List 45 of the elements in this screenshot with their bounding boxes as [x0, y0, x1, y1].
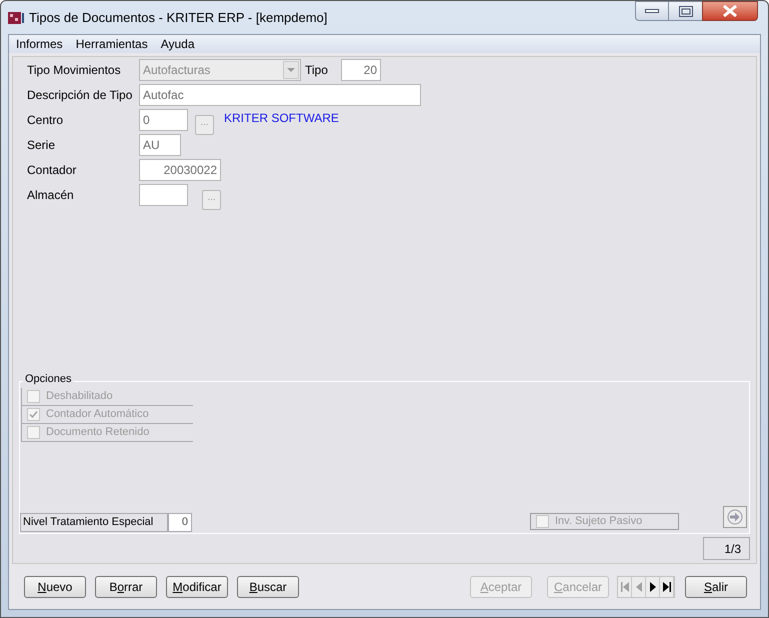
action-button[interactable]: Modificar [166, 576, 228, 598]
field-label: Serie [27, 137, 56, 154]
app-logo-icon [7, 10, 25, 26]
field-label: Almacén [27, 187, 75, 204]
field-label: Contador [27, 162, 78, 179]
text-field[interactable]: 20030022 [139, 159, 221, 181]
action-button[interactable]: Buscar [237, 576, 299, 598]
next-button[interactable] [723, 506, 747, 528]
text-field[interactable] [139, 184, 188, 206]
field-label: Tipo [305, 62, 329, 79]
centro-name: KRITER SOFTWARE [224, 110, 339, 127]
last-record-icon [660, 580, 672, 594]
menu-item[interactable]: Ayuda [160, 35, 195, 53]
arrow-right-icon [727, 509, 743, 525]
text-field[interactable]: 20 [341, 59, 381, 81]
group-title: Opciones [23, 374, 74, 385]
field-label: Centro [27, 112, 64, 129]
window-title: Tipos de Documentos - KRITER ERP - [kempdemo] [29, 8, 328, 27]
navigation-button[interactable] [660, 576, 674, 596]
maximize-icon [678, 6, 692, 16]
action-button[interactable]: Salir [685, 576, 747, 598]
caret-icon [287, 68, 295, 72]
close-button[interactable] [702, 1, 758, 21]
field-label: Descripción de Tipo [27, 87, 134, 104]
text-field[interactable]: 0 [168, 513, 192, 532]
minimize-button[interactable] [635, 1, 669, 21]
navigation-button[interactable] [646, 576, 660, 596]
minimize-icon [645, 9, 659, 13]
action-button[interactable]: Nuevo [24, 576, 86, 598]
option-label: Documento Retenido [46, 425, 150, 440]
menu-item[interactable]: Informes [16, 35, 63, 53]
close-icon [722, 5, 738, 17]
option-label: Deshabilitado [46, 389, 113, 404]
maximize-button[interactable] [669, 1, 702, 21]
page-indicator: 1/3 [703, 537, 750, 560]
text-field[interactable]: Autofac [139, 84, 421, 106]
field-label: Nivel Tratamiento Especial [20, 513, 168, 532]
first-record-icon [618, 580, 630, 594]
option-label: Inv. Sujeto Pasivo [555, 514, 642, 530]
action-button[interactable]: Borrar [95, 576, 157, 598]
menu-item[interactable]: Herramientas [76, 35, 148, 53]
text-field[interactable]: 0 [139, 109, 188, 131]
text-field[interactable]: AU [139, 134, 181, 156]
field-label: Tipo Movimientos [27, 62, 122, 79]
option-label: Contador Automático [46, 407, 149, 422]
